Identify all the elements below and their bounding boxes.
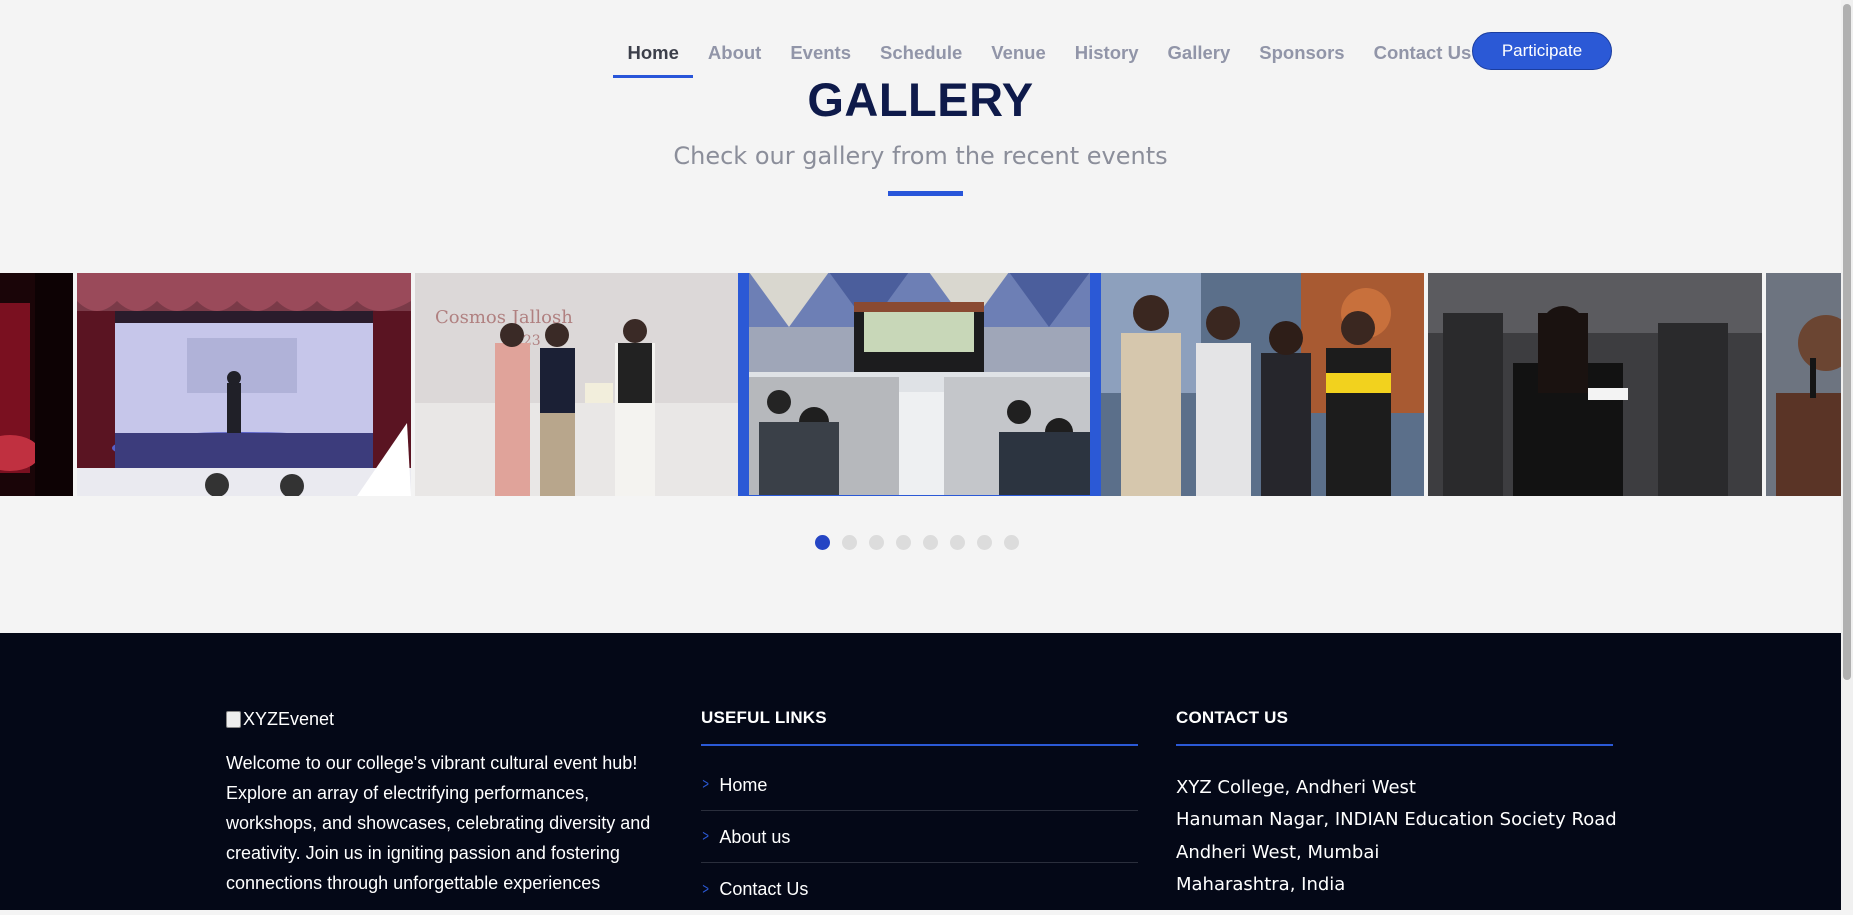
footer-link-label: Home [719,774,768,795]
gallery-slide[interactable] [1428,273,1762,496]
participate-button[interactable]: Participate [1472,32,1612,70]
footer-logo: XYZEvenet [226,709,334,730]
chevron-right-icon: > [702,880,709,898]
footer-link-label: Contact Us [719,879,809,899]
gallery-slide[interactable] [1101,273,1424,496]
gallery-subtitle: Check our gallery from the recent events [673,142,1168,170]
footer-link-about-us[interactable]: > About us [701,812,1138,863]
nav-home[interactable]: Home [613,30,694,78]
carousel-dot[interactable] [896,535,911,550]
red-stage-photo [0,273,73,496]
carousel-pagination [815,535,1019,550]
nav-contact-us[interactable]: Contact Us [1359,30,1486,78]
footer-link-label: About us [719,826,791,847]
gallery-slide[interactable] [1766,273,1841,496]
gallery-slide[interactable]: Cosmos Jallosh 2023 [415,273,749,496]
nav-sponsors[interactable]: Sponsors [1245,30,1359,78]
gallery-carousel[interactable]: Cosmos Jallosh 2023 [0,273,1841,496]
footer-link-home[interactable]: > Home [701,760,1138,811]
address-line: Andheri West, Mumbai [1176,842,1380,863]
carousel-dot[interactable] [842,535,857,550]
carousel-dot[interactable] [950,535,965,550]
carousel-dot[interactable] [869,535,884,550]
carousel-dot[interactable] [923,535,938,550]
chevron-right-icon: > [702,828,709,845]
nav-schedule[interactable]: Schedule [866,30,977,78]
dance-performance-photo [77,273,411,496]
group-photo [1101,273,1424,496]
nav-events[interactable]: Events [776,30,866,78]
footer-description: Welcome to our college's vibrant cultura… [226,753,651,893]
gallery-title: GALLERY [807,73,1034,126]
contact-us-title: CONTACT US [1176,708,1289,727]
nav-links: Home About Events Schedule Venue History… [613,30,1486,78]
address-line: Hanuman Nagar, INDIAN Education Society … [1176,809,1617,830]
award-presentation-photo: Cosmos Jallosh 2023 [415,273,749,496]
page-scrollbar[interactable] [1841,0,1853,910]
broken-image-icon [226,711,241,728]
carousel-dot[interactable] [815,535,830,550]
carousel-dot[interactable] [977,535,992,550]
gallery-slide-active[interactable] [738,273,1101,496]
footer-link-contact-us[interactable]: > Contact Us [701,864,1138,915]
chevron-right-icon: > [702,776,709,793]
nav-venue[interactable]: Venue [977,30,1061,78]
scrollbar-thumb[interactable] [1843,4,1851,680]
nav-history[interactable]: History [1060,30,1153,78]
auditorium-crowd-photo [749,273,1090,495]
nav-about[interactable]: About [693,30,775,78]
address-line: XYZ College, Andheri West [1176,777,1416,798]
carousel-dot[interactable] [1004,535,1019,550]
nav-gallery[interactable]: Gallery [1153,30,1245,78]
girl-writing-photo [1428,273,1762,496]
footer: XYZEvenet Welcome to our college's vibra… [0,633,1841,910]
useful-links-underline [701,744,1138,746]
useful-links-title: USEFUL LINKS [701,708,827,727]
address-line: Maharashtra, India [1176,874,1346,895]
footer-logo-alt: XYZEvenet [243,709,335,729]
contact-us-underline [1176,744,1613,746]
title-underline [888,191,963,196]
speaker-mic-photo [1766,273,1841,496]
gallery-slide[interactable] [77,273,411,496]
gallery-slide[interactable] [0,273,73,496]
